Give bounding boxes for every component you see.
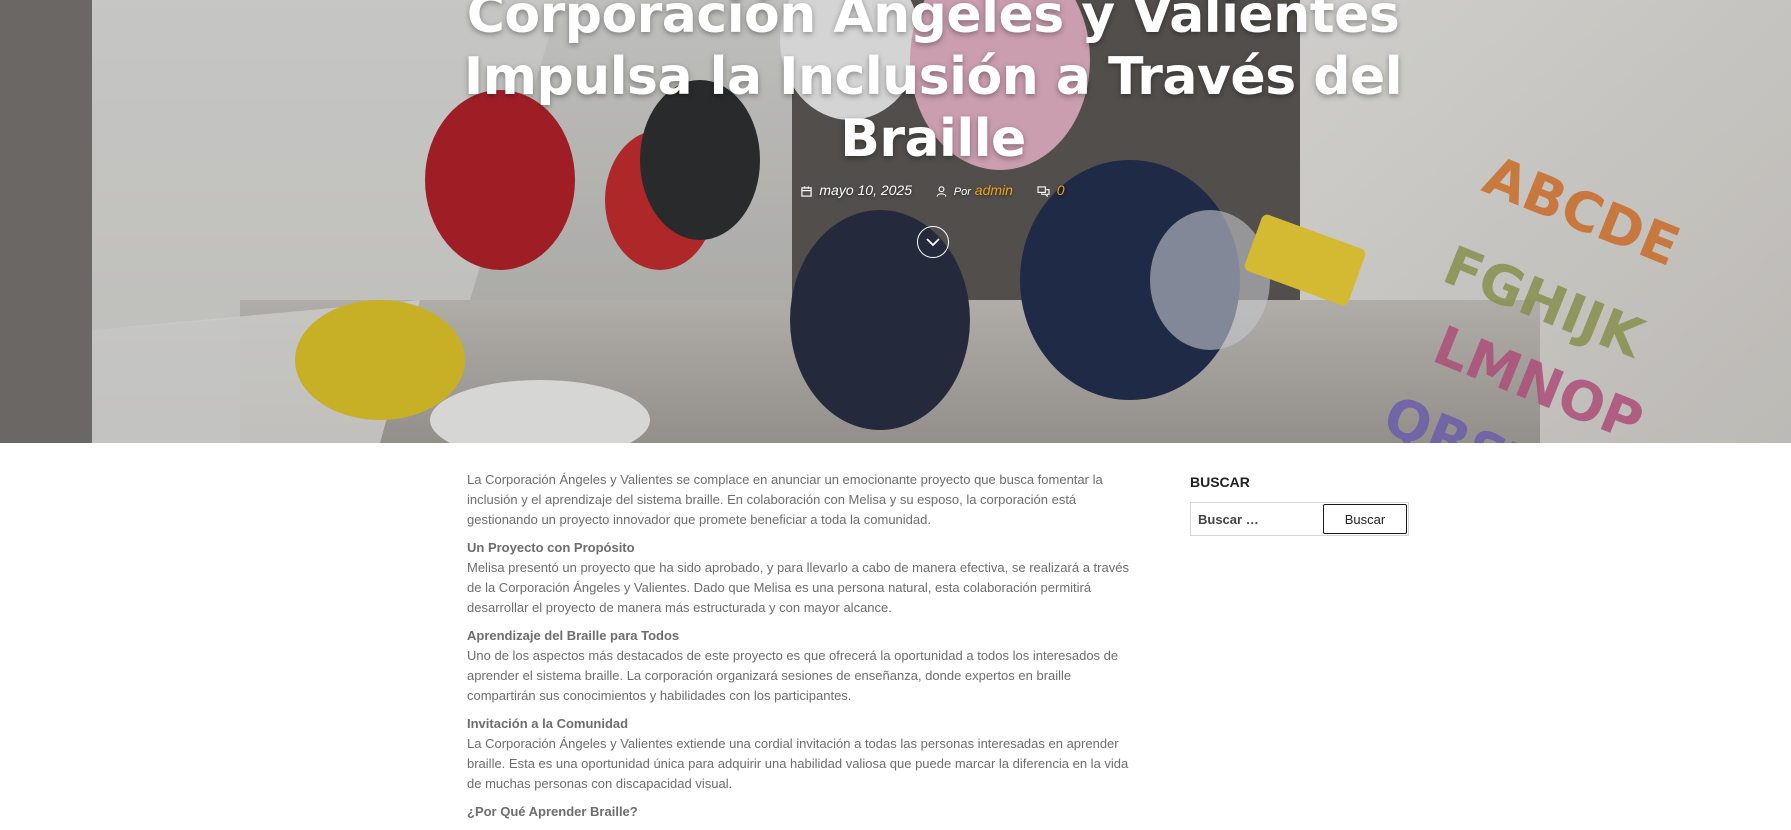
search-form: Buscar <box>1190 502 1409 536</box>
content-section: Aprendizaje del Braille para Todos Uno d… <box>467 626 1143 706</box>
search-button[interactable]: Buscar <box>1323 504 1407 534</box>
content-section: Un Proyecto con Propósito Melisa present… <box>467 538 1143 618</box>
post-comments-count[interactable]: 0 <box>1057 182 1065 198</box>
post-meta: mayo 10, 2025 Por admin 0 <box>0 181 1791 198</box>
post-content: La Corporación Ángeles y Valientes se co… <box>467 470 1143 830</box>
section-text: La Corporación Ángeles y Valientes extie… <box>467 736 1129 791</box>
post-date-text: mayo 10, 2025 <box>819 182 912 199</box>
section-heading: Aprendizaje del Braille para Todos <box>467 628 680 643</box>
content-section: ¿Por Qué Aprender Braille? <box>467 802 1143 822</box>
section-text: Melisa presentó un proyecto que ha sido … <box>467 560 1129 615</box>
post-title: Corporación Ángeles y Valientes Impulsa … <box>463 0 1403 169</box>
calendar-icon <box>801 186 813 197</box>
user-icon <box>936 186 947 198</box>
section-text: Uno de los aspectos más destacados de es… <box>467 648 1119 703</box>
post-author-link[interactable]: admin <box>975 182 1013 198</box>
post-intro: La Corporación Ángeles y Valientes se co… <box>467 472 1103 527</box>
sidebar: BUSCAR Buscar <box>1190 472 1409 536</box>
content-section: Invitación a la Comunidad La Corporación… <box>467 714 1143 794</box>
post-comments: 0 <box>1037 182 1065 198</box>
post-date: mayo 10, 2025 <box>801 182 912 198</box>
chevron-down-icon <box>926 237 940 246</box>
search-widget-title: BUSCAR <box>1190 474 1250 490</box>
section-heading: Un Proyecto con Propósito <box>467 540 635 555</box>
section-heading: Invitación a la Comunidad <box>467 716 629 731</box>
post-author: Por admin <box>936 182 1013 198</box>
post-author-label: Por <box>953 186 971 199</box>
scroll-down-button[interactable] <box>917 226 949 258</box>
search-input[interactable] <box>1192 504 1323 534</box>
section-heading: ¿Por Qué Aprender Braille? <box>467 804 638 819</box>
comments-icon <box>1037 186 1050 198</box>
